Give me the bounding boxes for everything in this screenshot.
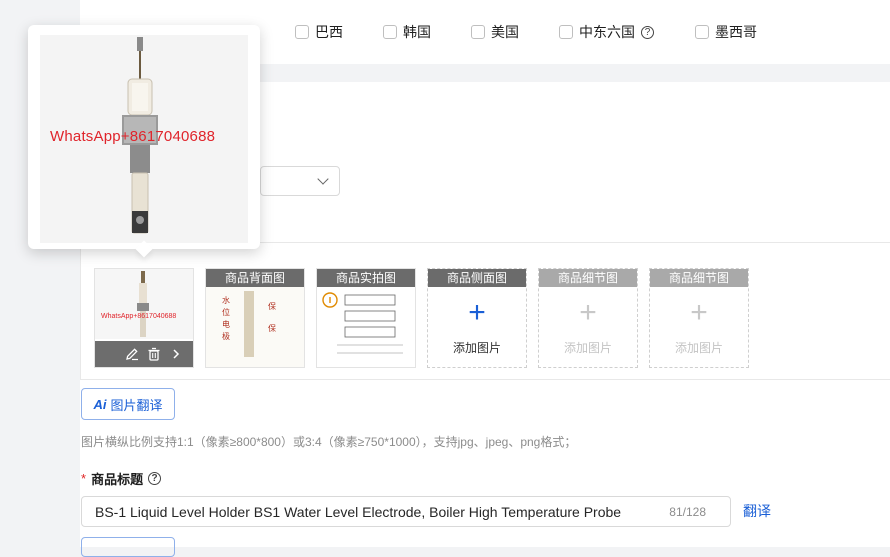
svg-text:水: 水 bbox=[222, 295, 230, 305]
image-toolbar bbox=[95, 341, 193, 367]
image-slot-detail-2[interactable]: 商品细节图 + 添加图片 bbox=[649, 268, 749, 368]
slot-label: 商品细节图 bbox=[650, 269, 748, 287]
svg-text:保: 保 bbox=[268, 323, 276, 333]
country-option-korea[interactable]: 韩国 bbox=[383, 22, 431, 42]
add-image-text: 添加图片 bbox=[674, 341, 723, 355]
checkbox[interactable] bbox=[695, 25, 709, 39]
product-title-input[interactable]: BS-1 Liquid Level Holder BS1 Water Level… bbox=[81, 496, 731, 527]
country-option-middle-east[interactable]: 中东六国 ? bbox=[559, 22, 654, 42]
watermark-text: WhatsApp+8617040688 bbox=[50, 128, 216, 145]
checkbox[interactable] bbox=[383, 25, 397, 39]
product-image-thumb bbox=[95, 269, 193, 339]
image-format-hint: 图片横纵比例支持1:1（像素≥800*800）或3:4（像素≥750*1000）… bbox=[81, 435, 577, 449]
help-icon[interactable]: ? bbox=[641, 25, 654, 39]
trash-icon[interactable] bbox=[147, 347, 161, 361]
required-mark: * bbox=[81, 471, 87, 486]
svg-text:保: 保 bbox=[268, 301, 276, 311]
watermark-text: WhatsApp+8617040688 bbox=[101, 313, 177, 320]
main-image-slot[interactable]: WhatsApp+8617040688 bbox=[94, 268, 194, 368]
preview-image: WhatsApp+8617040688 bbox=[40, 35, 248, 243]
partial-button[interactable] bbox=[81, 537, 175, 557]
ai-icon: Ai bbox=[93, 396, 107, 412]
country-option-brazil[interactable]: 巴西 bbox=[295, 22, 343, 42]
plus-icon: + bbox=[468, 296, 486, 329]
checkbox[interactable] bbox=[559, 25, 573, 39]
add-image-text: 添加图片 bbox=[563, 341, 612, 355]
slot-label: 商品细节图 bbox=[539, 269, 637, 287]
svg-text:位: 位 bbox=[222, 307, 230, 317]
image-slot-photo[interactable]: 商品实拍图 bbox=[316, 268, 416, 368]
input-value: BS-1 Liquid Level Holder BS1 Water Level… bbox=[95, 504, 622, 520]
help-icon[interactable]: ? bbox=[148, 472, 162, 485]
svg-text:极: 极 bbox=[222, 331, 230, 341]
country-option-usa[interactable]: 美国 bbox=[471, 22, 519, 42]
category-select[interactable] bbox=[260, 166, 340, 196]
country-option-mexico[interactable]: 墨西哥 bbox=[695, 22, 757, 42]
slot-label: 商品侧面图 bbox=[428, 269, 526, 287]
image-slot-side[interactable]: 商品侧面图 + 添加图片 bbox=[427, 268, 527, 368]
image-translate-button[interactable]: Ai 图片翻译 bbox=[81, 388, 175, 420]
add-image-text: 添加图片 bbox=[452, 341, 501, 355]
plus-icon: + bbox=[690, 296, 708, 329]
checkbox[interactable] bbox=[471, 25, 485, 39]
chevron-right-icon[interactable] bbox=[169, 347, 183, 361]
edit-icon[interactable] bbox=[125, 347, 139, 361]
image-slot-back[interactable]: 水 位 电 极 保 保 商品背面图 bbox=[205, 268, 305, 368]
character-count: 81/128 bbox=[669, 505, 706, 519]
plus-icon: + bbox=[579, 296, 597, 329]
title-translate-link[interactable]: 翻译 bbox=[743, 501, 771, 521]
slot-label: 商品实拍图 bbox=[317, 269, 415, 287]
checkbox[interactable] bbox=[295, 25, 309, 39]
product-title-label: * 商品标题 ? bbox=[81, 469, 162, 488]
slot-label: 商品背面图 bbox=[206, 269, 304, 287]
svg-text:电: 电 bbox=[222, 319, 230, 329]
chevron-down-icon bbox=[317, 173, 329, 185]
image-slot-detail-1[interactable]: 商品细节图 + 添加图片 bbox=[538, 268, 638, 368]
image-preview-popover: WhatsApp+8617040688 bbox=[28, 25, 260, 249]
